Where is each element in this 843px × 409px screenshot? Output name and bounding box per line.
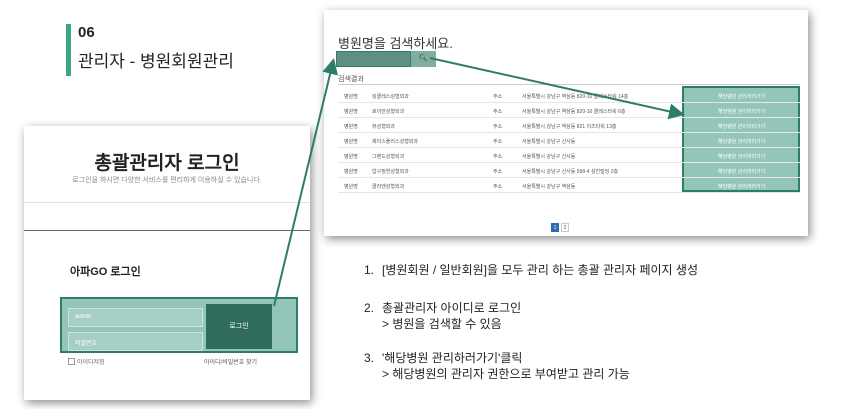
login-box-title: 아파GO 로그인 [70, 266, 141, 278]
page-2-button[interactable]: 2 [561, 223, 569, 232]
row-type-label: 병원명 [344, 154, 358, 160]
section-title: 관리자 - 병원회원관리 [78, 52, 234, 71]
section-number: 06 [78, 24, 95, 41]
address-label: 주소 [493, 109, 503, 115]
hospital-address: 서울특별시 강남구 신사동 [522, 139, 576, 145]
address-label: 주소 [493, 94, 503, 100]
login-button[interactable]: 로그인 [206, 304, 272, 349]
search-button[interactable]: 🔍︎ [410, 51, 436, 67]
manage-hospital-link[interactable]: 해당병원 관리하러가기 [718, 183, 765, 190]
address-label: 주소 [493, 139, 503, 145]
manage-hospital-link[interactable]: 해당병원 관리하러가기 [718, 108, 765, 115]
results-label: 검색결과 [338, 76, 364, 83]
row-type-label: 병원명 [344, 124, 358, 130]
hospital-name: 킹클레스성형외과 [372, 94, 409, 100]
table-row: 병원명 압구정연성형외과 주소 서울특별시 강남구 신사동 598-4 삼진빌딩 2층… [338, 163, 800, 178]
remember-id-checkbox[interactable]: 아이디저장 [68, 357, 105, 366]
manage-hospital-link[interactable]: 해당병원 관리하러가기 [718, 93, 765, 100]
manage-hospital-link[interactable]: 해당병원 관리하러가기 [718, 138, 765, 145]
table-row: 병원명 그랜드성형외과 주소 서울특별시 강남구 신사동 해당병원 관리하러가기 [338, 148, 800, 163]
search-title: 병원명을 검색하세요. [338, 36, 453, 51]
hospital-name: 제이스플러스성형외과 [372, 139, 419, 145]
checkbox-icon [68, 358, 75, 365]
login-subtitle: 로그인을 하시면 다양한 서비스를 편리하게 이용하실 수 있습니다. [72, 177, 262, 184]
manage-hospital-link[interactable]: 해당병원 관리하러가기 [718, 123, 765, 130]
table-row: 병원명 뷰성형외과 주소 서울특별시 강남구 역삼동 821 이즈타워 13층 해당병원… [338, 118, 800, 133]
address-label: 주소 [493, 184, 503, 190]
table-row: 병원명 로이안성형외과 주소 서울특별시 강남구 역삼동 820-10 클레스타워 6… [338, 103, 800, 118]
row-type-label: 병원명 [344, 139, 358, 145]
magnifier-icon: 🔍︎ [419, 55, 428, 62]
hospital-name: 뷰성형외과 [372, 124, 396, 130]
hospital-name: 로이안성형외과 [372, 109, 405, 115]
table-row: 병원명 클리앤성형외과 주소 서울특별시 강남구 역삼동 해당병원 관리하러가기 [338, 178, 800, 193]
hospital-address: 서울특별시 강남구 신사동 598-4 삼진빌딩 2층 [522, 169, 619, 175]
address-label: 주소 [493, 154, 503, 160]
hospital-name: 클리앤성형외과 [372, 184, 405, 190]
section-header: 06 관리자 - 병원회원관리 [66, 24, 234, 76]
divider [338, 84, 800, 85]
pagination: 1 2 [551, 223, 569, 232]
hospital-name: 압구정연성형외과 [372, 169, 409, 175]
step-2: 2. 총괄관리자 아이디로 로그인 > 병원을 검색할 수 있음 [364, 301, 522, 331]
login-panel: 총괄관리자 로그인 로그인을 하시면 다양한 서비스를 편리하게 이용하실 수 … [24, 126, 310, 400]
address-label: 주소 [493, 169, 503, 175]
row-type-label: 병원명 [344, 94, 358, 100]
row-type-label: 병원명 [344, 169, 358, 175]
hospital-address: 서울특별시 강남구 역삼동 [522, 184, 576, 190]
hospital-name: 그랜드성형외과 [372, 154, 405, 160]
manage-hospital-link[interactable]: 해당병원 관리하러가기 [718, 168, 765, 175]
hospital-address: 서울특별시 강남구 역삼동 820-10 클레스타워 6층 [522, 109, 626, 115]
find-account-link[interactable]: 아이디/비밀번호 찾기 [204, 357, 257, 366]
table-row: 병원명 킹클레스성형외과 주소 서울특별시 강남구 역삼동 820-10 클레스타워 … [338, 88, 800, 103]
row-type-label: 병원명 [344, 184, 358, 190]
hospital-address: 서울특별시 강남구 역삼동 821 이즈타워 13층 [522, 124, 617, 130]
search-panel: 병원명을 검색하세요. 🔍︎ 검색결과 병원명 킹클레스성형외과 주소 서울특별시 강… [324, 10, 808, 236]
login-title: 총괄관리자 로그인 [94, 153, 240, 174]
table-row: 병원명 제이스플러스성형외과 주소 서울특별시 강남구 신사동 해당병원 관리하러가기 [338, 133, 800, 148]
manage-hospital-link[interactable]: 해당병원 관리하러가기 [718, 153, 765, 160]
divider [24, 230, 310, 231]
step-1: 1. [병원회원 / 일반회원]을 모두 관리 하는 총괄 관리자 페이지 생성 [364, 263, 699, 277]
row-type-label: 병원명 [344, 109, 358, 115]
divider [24, 202, 310, 203]
remember-label: 아이디저장 [77, 360, 105, 366]
step-3: 3. '해당병원 관리하러가기'클릭 > 해당병원의 관리자 권한으로 부여받고 … [364, 351, 630, 381]
hospital-address: 서울특별시 강남구 신사동 [522, 154, 576, 160]
id-input[interactable]: admin [68, 308, 203, 327]
page-1-button[interactable]: 1 [551, 223, 559, 232]
password-input[interactable]: 비밀번호 [68, 332, 203, 351]
address-label: 주소 [493, 124, 503, 130]
hospital-address: 서울특별시 강남구 역삼동 820-10 클레스타워 14층 [522, 94, 629, 100]
